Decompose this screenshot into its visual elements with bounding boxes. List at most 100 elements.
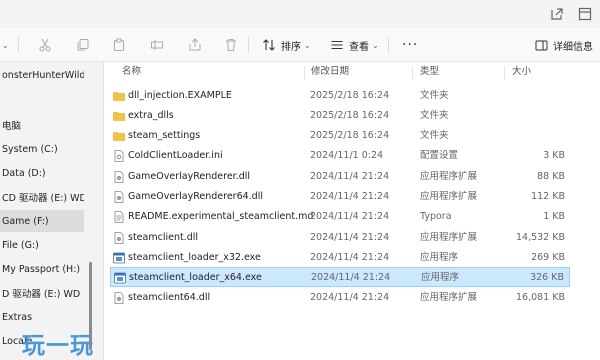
sort-label: 排序 <box>281 41 301 53</box>
sidebar-item-label: Extras <box>2 311 33 323</box>
view-button[interactable]: 查看 ⌄ <box>330 28 379 62</box>
more-options-icon[interactable]: ··· <box>402 28 418 62</box>
file-row[interactable]: GameOverlayRenderer64.dll 2024/11/4 21:24… <box>110 187 570 207</box>
file-type: 应用程序扩展 <box>420 232 478 243</box>
sort-button[interactable]: 排序 ⌄ <box>262 28 311 62</box>
sidebar-item-label: My Passport (H:) <box>2 263 81 275</box>
command-bar: ⌄ 排序 ⌄ 查看 ⌄ ··· 详细信息 <box>0 28 600 62</box>
file-type: 应用程序扩展 <box>420 191 478 202</box>
toolbar-divider <box>248 37 249 53</box>
file-date-modified: 2025/2/18 16:24 <box>310 130 390 141</box>
file-name: GameOverlayRenderer.dll <box>128 171 251 182</box>
delete-icon[interactable] <box>224 28 238 62</box>
file-name: GameOverlayRenderer64.dll <box>128 191 263 202</box>
file-row[interactable]: GameOverlayRenderer.dll 2024/11/4 21:24 应用… <box>110 167 570 187</box>
file-type: Typora <box>420 211 452 222</box>
file-name: ColdClientLoader.ini <box>128 150 223 161</box>
sidebar-item-label: D 驱动器 (E:) WD Ur <box>2 289 84 300</box>
sidebar-item[interactable]: My Passport (H:) <box>0 258 84 280</box>
file-type: 应用程序 <box>420 252 459 263</box>
column-divider[interactable] <box>304 66 305 80</box>
file-name: steamclient_loader_x32.exe <box>128 252 261 263</box>
watermark-logo: 玩一玩 <box>22 333 94 359</box>
sidebar-item[interactable]: Extras <box>0 306 84 328</box>
file-name: steamclient_loader_x64.exe <box>129 272 262 283</box>
file-type: 文件夹 <box>420 90 449 101</box>
sidebar-item-label: Game (F:) <box>2 215 49 227</box>
copy-icon[interactable] <box>76 28 90 62</box>
title-strip <box>0 0 600 28</box>
details-pane-button[interactable]: 详细信息 <box>535 28 593 62</box>
folder-icon <box>113 130 125 142</box>
chevron-down-icon: ⌄ <box>304 40 311 50</box>
sidebar-item[interactable]: Game (F:) <box>0 210 84 232</box>
file-name: steamclient64.dll <box>128 292 211 303</box>
file-name: extra_dlls <box>128 110 174 121</box>
file-type: 文件夹 <box>420 110 449 121</box>
rename-icon[interactable] <box>150 28 164 62</box>
sidebar-item[interactable]: CD 驱动器 (E:) WD U <box>0 186 84 208</box>
file-row[interactable]: steam_settings 2025/2/18 16:24 文件夹 <box>110 126 570 146</box>
file-size: 269 KB <box>531 252 565 263</box>
view-icon <box>331 40 343 50</box>
file-size: 3 KB <box>543 150 565 161</box>
column-header-type[interactable]: 类型 <box>420 62 439 82</box>
toolbar-divider <box>18 37 19 53</box>
file-name: README.experimental_steamclient.md <box>128 211 314 222</box>
file-date-modified: 2024/11/4 21:24 <box>310 252 390 263</box>
column-header-size[interactable]: 大小 <box>512 62 531 82</box>
file-row[interactable]: ColdClientLoader.ini 2024/11/1 0:24 配置设置 3 … <box>110 146 570 166</box>
file-row[interactable]: dll_injection.EXAMPLE 2025/2/18 16:24 文件夹 <box>110 86 570 106</box>
file-size: 16,081 KB <box>515 292 565 303</box>
column-header-name[interactable]: 名称 <box>122 62 141 82</box>
file-row[interactable]: steamclient_loader_x64.exe 2024/11/4 21:2… <box>110 267 570 287</box>
dll-file-icon <box>113 232 125 244</box>
paste-icon[interactable] <box>112 28 126 62</box>
file-size: 14,532 KB <box>515 232 565 243</box>
file-size: 1 KB <box>543 211 565 222</box>
file-row[interactable]: steamclient.dll 2024/11/4 21:24 应用程序扩展 14,5… <box>110 228 570 248</box>
sidebar-item[interactable]: onsterHunterWild <box>0 64 84 86</box>
file-date-modified: 2024/11/4 21:24 <box>311 272 391 283</box>
file-name: dll_injection.EXAMPLE <box>128 90 232 101</box>
chevron-down-icon: ⌄ <box>372 40 379 50</box>
file-name: steamclient.dll <box>128 232 199 243</box>
cut-icon[interactable] <box>38 28 52 62</box>
file-type: 应用程序 <box>421 272 460 283</box>
folder-icon <box>113 90 125 102</box>
file-type: 应用程序扩展 <box>420 171 478 182</box>
file-size: 88 KB <box>537 171 565 182</box>
share-icon[interactable] <box>188 28 202 62</box>
file-date-modified: 2024/11/4 21:24 <box>310 292 390 303</box>
file-type: 文件夹 <box>420 130 449 141</box>
file-row[interactable]: steamclient_loader_x32.exe 2024/11/4 21:2… <box>110 248 570 268</box>
layout-icon[interactable] <box>578 7 592 21</box>
file-date-modified: 2024/11/4 21:24 <box>310 191 390 202</box>
sidebar-item[interactable]: D 驱动器 (E:) WD Ur <box>0 282 84 304</box>
column-divider[interactable] <box>504 66 505 80</box>
toolbar-divider <box>388 37 389 53</box>
view-label: 查看 <box>349 41 369 53</box>
exe-file-icon <box>113 252 125 264</box>
file-row[interactable]: README.experimental_steamclient.md 2024/1… <box>110 207 570 227</box>
sidebar-item[interactable]: System (C:) <box>0 138 84 160</box>
exe-file-icon <box>114 272 126 284</box>
file-date-modified: 2024/11/1 0:24 <box>310 150 384 161</box>
file-type: 配置设置 <box>420 150 459 161</box>
sidebar-item[interactable]: 电脑 <box>0 114 84 136</box>
folder-icon <box>113 110 125 122</box>
column-header-date[interactable]: 修改日期 <box>311 62 349 82</box>
dll-file-icon <box>113 292 125 304</box>
new-dropdown-chevron-icon[interactable]: ⌄ <box>2 28 9 62</box>
sidebar-item-label: File (G:) <box>2 239 39 251</box>
file-date-modified: 2024/11/4 21:24 <box>310 171 390 182</box>
sort-icon <box>263 39 275 51</box>
file-row[interactable]: extra_dlls 2025/2/18 16:24 文件夹 <box>110 106 570 126</box>
column-divider[interactable] <box>412 66 413 80</box>
file-row[interactable]: steamclient64.dll 2024/11/4 21:24 应用程序扩展 16… <box>110 288 570 308</box>
open-external-icon[interactable] <box>550 7 564 21</box>
sidebar-item-label: 电脑 <box>2 121 22 132</box>
sidebar-item[interactable]: File (G:) <box>0 234 84 256</box>
sidebar-item[interactable]: Data (D:) <box>0 162 84 184</box>
settings-file-icon <box>113 150 125 162</box>
